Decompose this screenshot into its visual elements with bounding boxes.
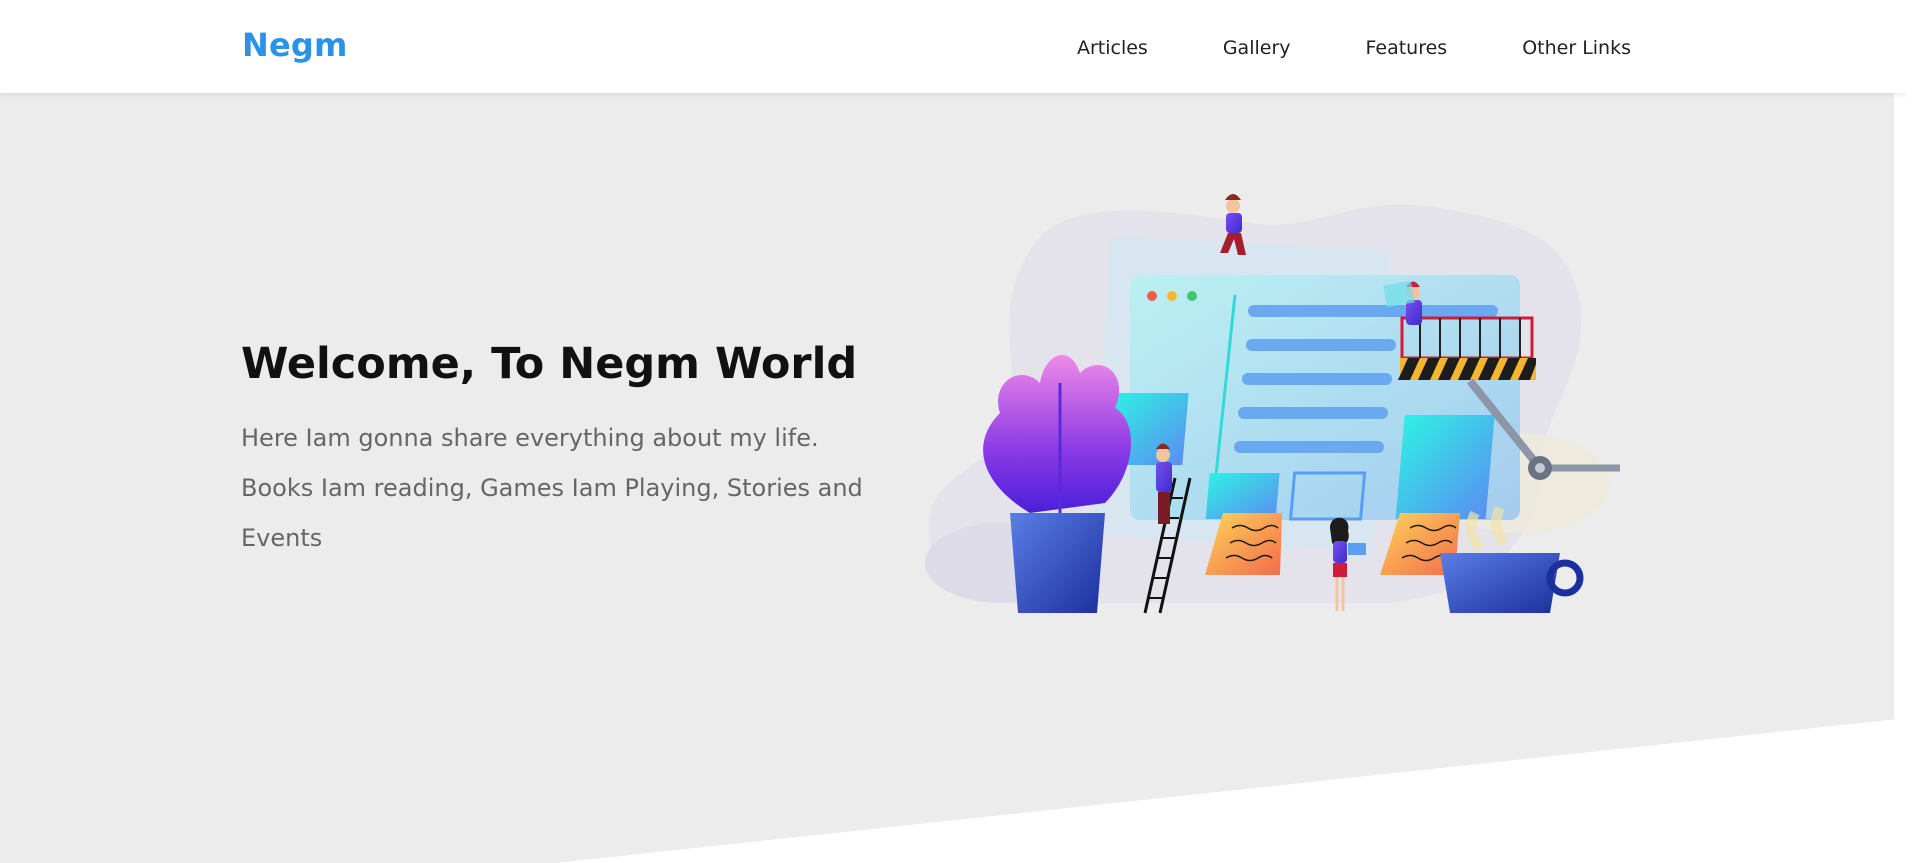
nav-link-gallery[interactable]: Gallery <box>1223 37 1291 59</box>
nav-link-other-links[interactable]: Other Links <box>1522 37 1631 59</box>
site-header: Negm Articles Gallery Features Other Lin… <box>0 0 1907 93</box>
hero-illustration <box>925 194 1620 614</box>
main-nav: Articles Gallery Features Other Links <box>1077 37 1631 59</box>
hero-section: Welcome, To Negm World Here Iam gonna sh… <box>0 93 1907 863</box>
scrollbar[interactable] <box>1894 0 1907 863</box>
hero-title: Welcome, To Negm World <box>241 339 858 389</box>
hero-description: Here Iam gonna share everything about my… <box>241 424 863 552</box>
nav-link-features[interactable]: Features <box>1366 37 1448 59</box>
page: Negm Articles Gallery Features Other Lin… <box>0 0 1907 863</box>
nav-link-articles[interactable]: Articles <box>1077 37 1148 59</box>
logo[interactable]: Negm <box>242 26 348 64</box>
